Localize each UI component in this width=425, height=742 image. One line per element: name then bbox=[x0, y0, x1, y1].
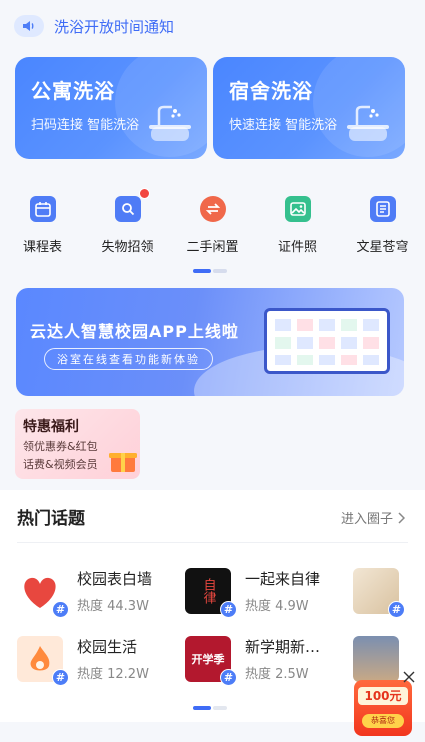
speaker-icon bbox=[14, 15, 44, 37]
pager-dot bbox=[213, 269, 227, 273]
shortcut-label: 失物招领 bbox=[101, 240, 154, 255]
banner-illustration bbox=[264, 308, 390, 374]
divider bbox=[17, 542, 408, 543]
shortcut-label: 证件照 bbox=[277, 240, 317, 255]
banner-subtitle: 浴室在线查看功能新体验 bbox=[44, 348, 213, 370]
topic-item[interactable]: 自律 # 一起来自律 热度 4.9W bbox=[185, 568, 321, 618]
hashtag-icon: # bbox=[388, 601, 405, 618]
shortcut-second-hand[interactable]: 二手闲置 bbox=[170, 196, 255, 255]
notice-text: 洗浴开放时间通知 bbox=[54, 17, 175, 36]
topic-heat: 热度 4.9W bbox=[245, 599, 309, 614]
topic-name: 校园生活 bbox=[77, 638, 138, 656]
topic-thumbnail: # bbox=[17, 568, 69, 618]
bathtub-icon bbox=[149, 105, 191, 141]
topic-name: 一起来自律 bbox=[245, 570, 321, 588]
topic-heat: 热度 2.5W bbox=[245, 667, 309, 682]
topic-thumbnail: # bbox=[17, 636, 69, 686]
shortcut-label: 课程表 bbox=[22, 240, 62, 255]
shortcut-id-photo[interactable]: 证件照 bbox=[255, 196, 340, 255]
coupon-amount: 100元 bbox=[358, 687, 408, 705]
photo-icon bbox=[284, 196, 311, 222]
enter-circle-link[interactable]: 进入圈子 bbox=[341, 508, 405, 527]
close-icon[interactable] bbox=[402, 670, 416, 684]
topic-item[interactable]: # 校园生活 热度 12.2W bbox=[17, 636, 149, 686]
topic-name: 校园表白墙 bbox=[77, 570, 153, 588]
topic-heat: 热度 44.3W bbox=[77, 599, 149, 614]
exchange-icon bbox=[199, 196, 226, 222]
shortcut-label: 文星苍穹 bbox=[356, 240, 409, 255]
topic-thumbnail: 开学季 # bbox=[185, 636, 237, 686]
topics-pager bbox=[193, 706, 227, 710]
hashtag-icon: # bbox=[52, 601, 69, 618]
document-icon bbox=[369, 196, 396, 222]
thumbnail-caption: 开学季 bbox=[191, 653, 225, 666]
banner-title: 云达人智慧校园APP上线啦 bbox=[30, 322, 239, 341]
topic-name: 新学期新… bbox=[245, 638, 321, 656]
topic-thumbnail: 自律 # bbox=[185, 568, 237, 618]
apartment-shower-card[interactable]: 公寓洗浴 扫码连接 智能洗浴 bbox=[15, 57, 207, 159]
promo-title: 特惠福利 bbox=[23, 419, 79, 435]
shortcut-lost-found[interactable]: 失物招领 bbox=[85, 188, 170, 255]
shortcut-label: 二手闲置 bbox=[186, 240, 239, 255]
hashtag-icon: # bbox=[220, 669, 237, 686]
topic-thumbnail: # bbox=[353, 568, 405, 618]
coupon-box: 100元 恭喜您 bbox=[354, 680, 412, 736]
shortcut-wenxing[interactable]: 文星苍穹 bbox=[340, 196, 425, 255]
thumbnail-caption: 自律 bbox=[200, 578, 216, 604]
chevron-right-icon bbox=[398, 511, 405, 524]
more-label: 进入圈子 bbox=[340, 512, 393, 527]
shortcut-pager bbox=[193, 269, 227, 273]
topic-item[interactable]: 开学季 # 新学期新… 热度 2.5W bbox=[185, 636, 321, 686]
hashtag-icon: # bbox=[52, 669, 69, 686]
pager-dot-active bbox=[193, 269, 211, 273]
calendar-icon bbox=[29, 196, 56, 222]
gift-box-icon bbox=[109, 453, 137, 472]
hashtag-icon: # bbox=[220, 601, 237, 618]
pager-dot-active bbox=[193, 706, 211, 710]
topic-item-partial[interactable]: # bbox=[353, 568, 405, 618]
topic-heat: 热度 12.2W bbox=[77, 667, 149, 682]
notification-badge bbox=[138, 188, 150, 199]
shortcut-grid: 课程表 失物招领 二手闲置 证件照 文星苍穹 bbox=[0, 188, 425, 255]
pager-dot bbox=[213, 706, 227, 710]
dormitory-shower-card[interactable]: 宿舍洗浴 快速连接 智能洗浴 bbox=[213, 57, 405, 159]
promo-banner[interactable]: 云达人智慧校园APP上线啦 浴室在线查看功能新体验 bbox=[16, 288, 404, 396]
shortcut-course-schedule[interactable]: 课程表 bbox=[0, 196, 85, 255]
topic-item[interactable]: # 校园表白墙 热度 44.3W bbox=[17, 568, 153, 618]
special-offer-card[interactable]: 特惠福利 领优惠券&红包 话费&视频会员 bbox=[15, 409, 140, 479]
bathtub-icon bbox=[347, 105, 389, 141]
search-bag-icon bbox=[114, 188, 150, 222]
section-title: 热门话题 bbox=[17, 509, 85, 529]
coupon-button: 恭喜您 bbox=[362, 714, 404, 728]
notice-bar[interactable]: 洗浴开放时间通知 bbox=[14, 10, 174, 42]
floating-coupon[interactable]: 100元 恭喜您 bbox=[354, 670, 418, 738]
